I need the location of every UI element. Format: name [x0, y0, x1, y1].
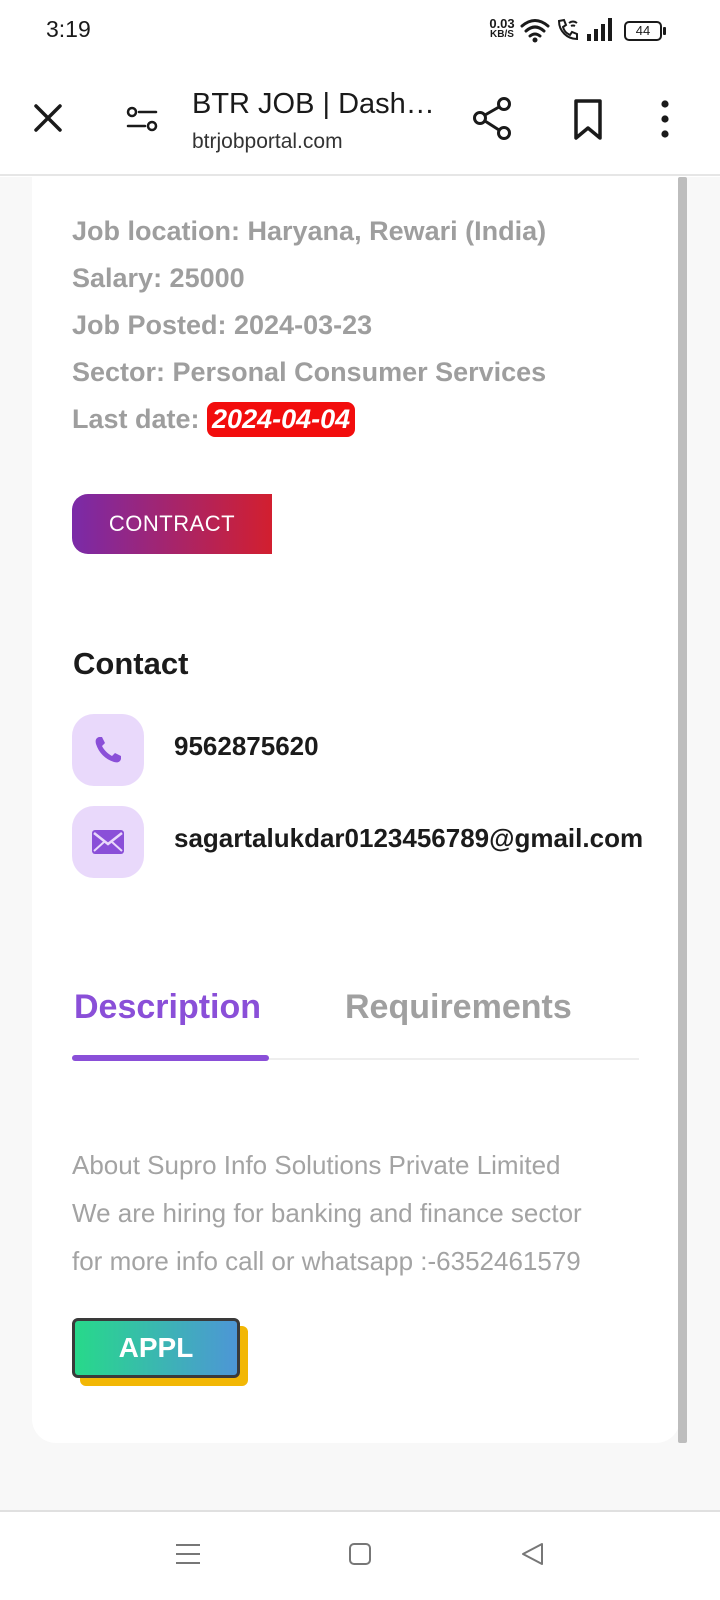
job-sector: Sector: Personal Consumer Services [72, 357, 547, 387]
job-salary: Salary: 25000 [72, 263, 245, 293]
signal-icon [587, 18, 612, 41]
active-tab-indicator [72, 1055, 269, 1061]
site-settings-icon[interactable] [124, 100, 164, 140]
share-icon[interactable] [470, 96, 516, 142]
contact-phone[interactable]: 9562875620 [174, 731, 319, 762]
more-options-icon[interactable] [656, 98, 674, 142]
scrollbar[interactable] [678, 177, 687, 1443]
job-type-badge[interactable]: CONTRACT [72, 494, 272, 554]
last-date-label: Last date: [72, 404, 208, 434]
contact-heading: Contact [73, 646, 189, 681]
job-last-date: Last date: 2024-04-04 [72, 402, 356, 437]
wifi-call-icon [557, 18, 578, 41]
phone-icon [95, 737, 121, 763]
job-location: Job location: Haryana, Rewari (India) [72, 216, 547, 246]
wifi-icon [520, 19, 550, 43]
tab-description[interactable]: Description [74, 988, 261, 1027]
network-speed-value: 0.03 [489, 16, 515, 31]
mail-icon [92, 830, 124, 854]
apply-button[interactable]: APPL [72, 1318, 240, 1378]
browser-toolbar: BTR JOB | Dash… btrjobportal.com [0, 62, 720, 176]
status-time: 3:19 [46, 16, 91, 42]
last-date-badge: 2024-04-04 [207, 402, 356, 437]
menu-icon[interactable] [175, 1542, 201, 1566]
system-navigation-bar [0, 1510, 720, 1600]
phone-icon-box[interactable] [72, 714, 144, 786]
battery-icon: 44 [624, 21, 662, 41]
status-bar: 3:19 0.03 KB/S 44 [0, 0, 720, 62]
network-speed: 0.03 KB/S [484, 16, 520, 40]
back-icon[interactable] [520, 1542, 544, 1566]
bookmark-icon[interactable] [568, 98, 608, 142]
contact-email[interactable]: sagartalukdar0123456789@gmail.com [174, 823, 643, 854]
page-url[interactable]: btrjobportal.com [192, 130, 343, 154]
description-line: for more info call or whatsapp :-6352461… [72, 1246, 581, 1276]
tab-requirements[interactable]: Requirements [345, 988, 572, 1027]
email-icon-box[interactable] [72, 806, 144, 878]
close-icon[interactable] [28, 98, 68, 138]
home-icon[interactable] [348, 1542, 372, 1566]
description-line: About Supro Info Solutions Private Limit… [72, 1150, 561, 1180]
description-line: We are hiring for banking and finance se… [72, 1198, 582, 1228]
battery-tip [663, 27, 666, 35]
battery-level: 44 [635, 23, 651, 38]
job-posted-date: Job Posted: 2024-03-23 [72, 310, 373, 340]
page-title[interactable]: BTR JOB | Dash… [192, 88, 435, 121]
